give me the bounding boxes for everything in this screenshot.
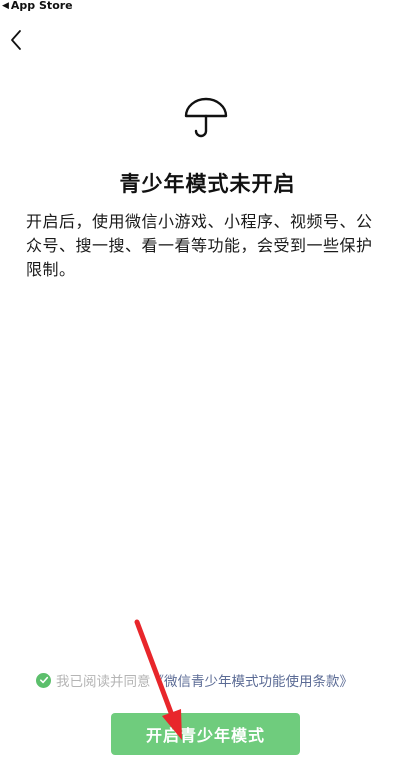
agreement-text: 我已阅读并同意 [56, 674, 151, 690]
back-triangle-icon: ◀ [2, 0, 9, 11]
agreement-checkbox[interactable] [36, 672, 51, 688]
enable-teen-mode-button[interactable]: 开启青少年模式 [111, 713, 300, 755]
agreement-row: 我已阅读并同意 《微信青少年模式功能使用条款》 [36, 670, 386, 690]
umbrella-icon [184, 97, 228, 138]
page-title: 青少年模式未开启 [119, 172, 296, 196]
page-description: 开启后，使用微信小游戏、小程序、视频号、公众号、搜一搜、看一看等功能，会受到一些… [26, 212, 373, 279]
checkmark-icon [39, 676, 48, 684]
back-button[interactable] [4, 26, 28, 54]
chevron-left-icon [11, 30, 21, 50]
terms-link[interactable]: 《微信青少年模式功能使用条款》 [151, 670, 354, 690]
status-bar: ◀ App Store [0, 0, 415, 14]
return-app-label: App Store [10, 0, 73, 12]
return-to-app-store[interactable]: ◀ App Store [2, 0, 73, 12]
